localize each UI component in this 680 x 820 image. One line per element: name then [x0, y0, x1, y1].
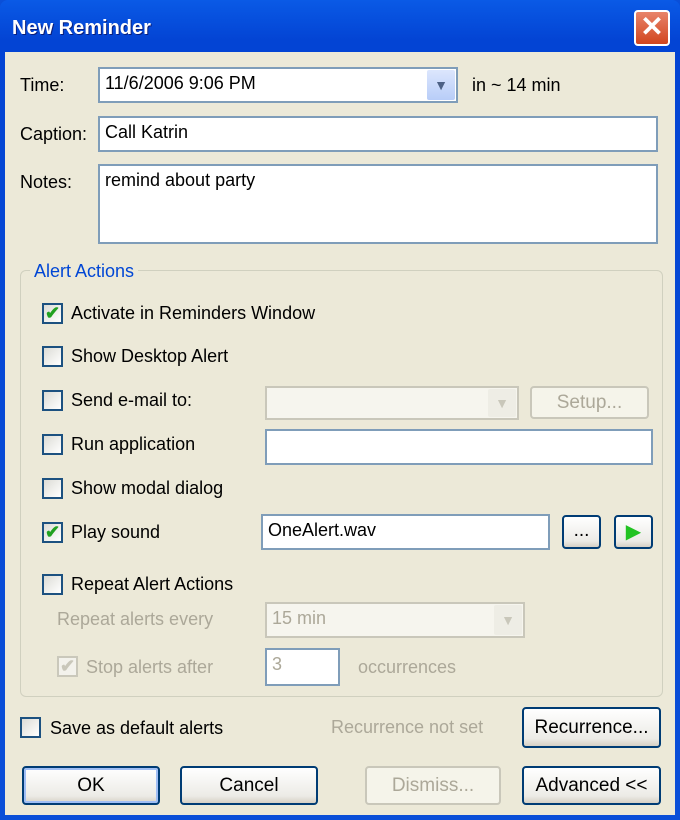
time-relative: in ~ 14 min — [472, 75, 561, 95]
stop-alerts-label: Stop alerts after — [86, 657, 214, 677]
modal-dialog-label: Show modal dialog — [71, 478, 224, 498]
repeat-every-label: Repeat alerts every — [57, 609, 214, 629]
ok-button[interactable]: OK — [22, 766, 160, 805]
time-combobox[interactable]: 11/6/2006 9:06 PM ▼ — [98, 67, 458, 103]
notes-label: Notes: — [20, 172, 73, 192]
close-button[interactable]: ✕ — [634, 10, 670, 46]
setup-button[interactable]: Setup... — [530, 386, 649, 419]
cancel-button[interactable]: Cancel — [180, 766, 318, 805]
sound-file-input[interactable]: OneAlert.wav — [261, 514, 550, 550]
activate-label: Activate in Reminders Window — [71, 303, 316, 323]
desktop-alert-label: Show Desktop Alert — [71, 346, 229, 366]
run-app-checkbox[interactable] — [42, 434, 63, 455]
chevron-down-icon[interactable]: ▼ — [427, 70, 455, 100]
repeat-checkbox[interactable] — [42, 574, 63, 595]
recurrence-button[interactable]: Recurrence... — [522, 707, 661, 748]
run-app-label: Run application — [71, 434, 196, 454]
desktop-alert-checkbox[interactable] — [42, 346, 63, 367]
repeat-label: Repeat Alert Actions — [71, 574, 234, 594]
browse-sound-button[interactable]: ... — [562, 515, 601, 549]
email-combobox[interactable]: ▼ — [265, 386, 519, 420]
dismiss-button[interactable]: Dismiss... — [365, 766, 501, 805]
notes-textarea[interactable]: remind about party — [98, 164, 658, 244]
activate-checkbox[interactable]: ✔ — [42, 303, 63, 324]
save-default-label: Save as default alerts — [50, 718, 224, 738]
chevron-down-icon[interactable]: ▼ — [494, 605, 522, 635]
email-checkbox[interactable] — [42, 390, 63, 411]
alert-actions-legend: Alert Actions — [30, 261, 139, 282]
chevron-down-icon[interactable]: ▼ — [488, 389, 516, 417]
modal-dialog-checkbox[interactable] — [42, 478, 63, 499]
close-icon: ✕ — [640, 11, 664, 42]
caption-input[interactable]: Call Katrin — [98, 116, 658, 152]
time-label: Time: — [20, 75, 65, 95]
time-value: 11/6/2006 9:06 PM — [105, 73, 256, 93]
stop-alerts-checkbox[interactable]: ✔ — [57, 656, 78, 677]
advanced-button[interactable]: Advanced << — [522, 766, 661, 805]
run-app-input[interactable] — [265, 429, 653, 465]
occurrences-label: occurrences — [358, 657, 457, 677]
save-default-checkbox[interactable] — [20, 717, 41, 738]
stop-count-input[interactable]: 3 — [265, 648, 340, 686]
play-icon: ▶ — [625, 521, 642, 543]
email-label: Send e-mail to: — [71, 390, 193, 410]
repeat-every-value: 15 min — [272, 608, 327, 628]
window-title: New Reminder — [12, 17, 151, 39]
play-sound-label: Play sound — [71, 522, 161, 542]
recurrence-status: Recurrence not set — [331, 717, 484, 737]
play-sound-checkbox[interactable]: ✔ — [42, 522, 63, 543]
caption-label: Caption: — [20, 124, 88, 144]
play-sound-button[interactable]: ▶ — [614, 515, 653, 549]
repeat-every-combobox[interactable]: 15 min ▼ — [265, 602, 525, 638]
